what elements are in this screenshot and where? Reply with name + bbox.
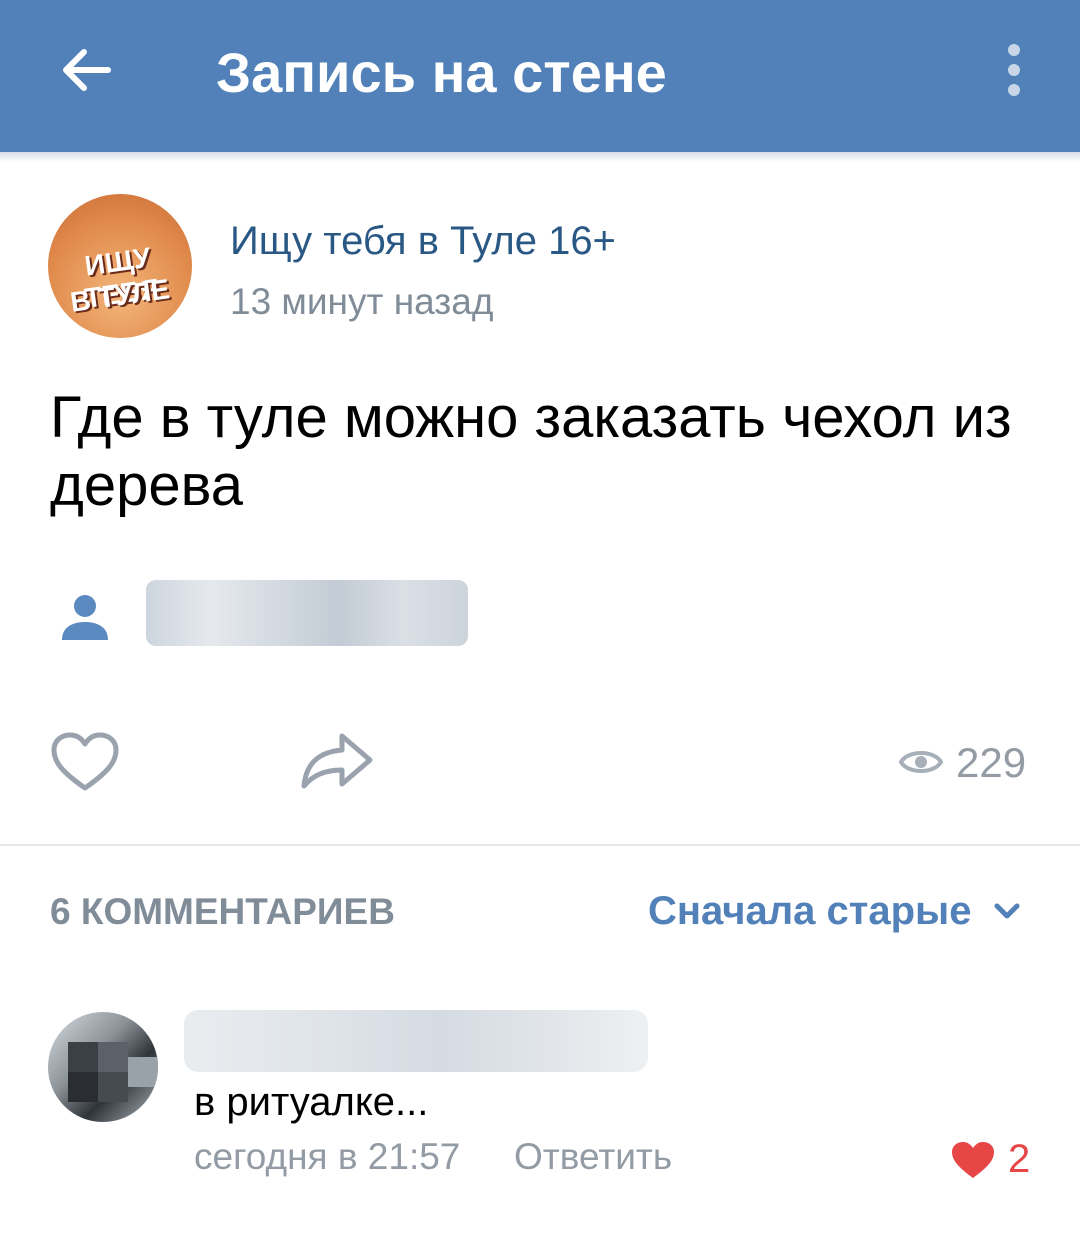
views-count: 229 bbox=[956, 739, 1027, 786]
like-button[interactable] bbox=[50, 732, 120, 792]
top-bar-shadow bbox=[0, 152, 1080, 162]
reply-button[interactable]: Ответить bbox=[514, 1134, 672, 1180]
avatar-pixel bbox=[68, 1042, 98, 1072]
post-author-redacted[interactable] bbox=[146, 580, 468, 646]
divider bbox=[0, 844, 1080, 846]
back-button[interactable] bbox=[58, 42, 118, 98]
share-button[interactable] bbox=[298, 730, 376, 792]
comments-count: 6 КОММЕНТАРИЕВ bbox=[50, 891, 395, 932]
page-title: Запись на стене bbox=[216, 41, 667, 104]
more-options-button[interactable] bbox=[994, 40, 1034, 100]
sort-comments-dropdown[interactable]: Сначала старые bbox=[648, 886, 1020, 936]
comment-author-avatar[interactable] bbox=[48, 1012, 158, 1122]
comment-text: в ритуалке... bbox=[194, 1080, 429, 1124]
sort-label: Сначала старые bbox=[648, 889, 972, 933]
arrow-left-icon bbox=[63, 49, 111, 91]
heart-outline-icon bbox=[51, 732, 119, 791]
more-vertical-icon bbox=[1008, 44, 1020, 96]
avatar-pixel bbox=[68, 1072, 98, 1102]
comment-time: сегодня в 21:57 bbox=[194, 1136, 461, 1177]
chevron-down-icon bbox=[994, 903, 1020, 919]
avatar-pixel bbox=[128, 1057, 158, 1087]
comment-author-redacted[interactable] bbox=[184, 1010, 648, 1072]
group-avatar[interactable]: ИЩУ ТЕБЯ В ТУЛЕ bbox=[48, 194, 192, 338]
avatar-pixel bbox=[98, 1072, 128, 1102]
top-bar: Запись на стене bbox=[0, 0, 1080, 152]
group-name-link[interactable]: Ищу тебя в Туле 16+ bbox=[230, 218, 616, 264]
heart-filled-icon bbox=[952, 1142, 994, 1178]
eye-icon bbox=[898, 751, 944, 773]
comment-like-count: 2 bbox=[1008, 1137, 1031, 1181]
avatar-pixel bbox=[98, 1042, 128, 1072]
post-text: Где в туле можно заказать чехол из дерев… bbox=[50, 385, 1012, 518]
user-icon bbox=[62, 595, 108, 640]
share-arrow-icon bbox=[301, 733, 373, 789]
post-time: 13 минут назад bbox=[230, 281, 494, 322]
